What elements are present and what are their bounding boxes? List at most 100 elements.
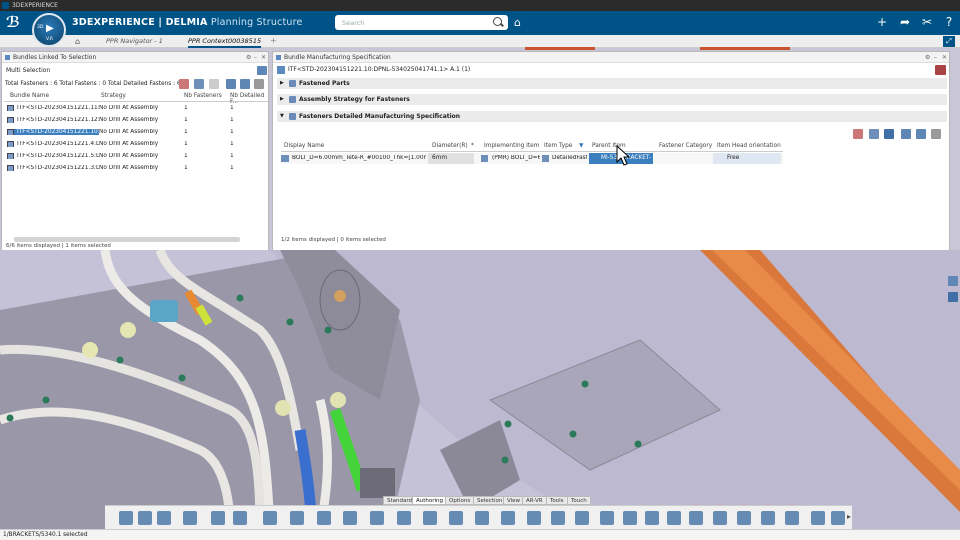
table-row[interactable]: BOLT_D=6.00mm_Tete-R_#00100_Thk=[1.00mm,… (281, 153, 783, 164)
col-nb-fasteners[interactable]: Nb Fasteners (184, 93, 222, 99)
bundle-icon[interactable] (645, 511, 659, 525)
tab-tools[interactable]: Tools (546, 496, 568, 505)
filter-remove-icon[interactable] (853, 129, 863, 139)
more-icon[interactable]: ▸ (847, 512, 851, 521)
tab-view[interactable]: View (503, 496, 525, 505)
tree-icon[interactable] (317, 511, 331, 525)
fullscreen-icon[interactable]: ⤢ (943, 36, 955, 47)
columns-icon[interactable] (240, 79, 250, 89)
swap-icon[interactable] (527, 511, 541, 525)
col-diameter[interactable]: Diameter(R) (432, 143, 468, 149)
tab-ppr-context[interactable]: PPR Context00038515 (188, 37, 262, 48)
col-display-name[interactable]: Display Name (284, 143, 324, 149)
analysis-icon[interactable] (785, 511, 799, 525)
expand-icon[interactable]: ▶ (280, 94, 284, 105)
share-icon[interactable]: ➦ (897, 15, 913, 29)
list-view-icon[interactable] (257, 66, 267, 75)
side-panel-icon[interactable] (948, 292, 958, 302)
expand-icon[interactable]: ▶ (280, 78, 284, 89)
list-icon[interactable] (713, 511, 727, 525)
col-fastener-category[interactable]: Fastener Category (659, 143, 712, 149)
col-head-orientation[interactable]: Item Head orientation (717, 143, 781, 149)
table-icon[interactable] (931, 129, 941, 139)
cell-head-orientation[interactable]: Free (713, 153, 781, 164)
filter-icon[interactable]: ▼ (579, 143, 583, 149)
collapse-icon[interactable]: ▼ (280, 111, 284, 122)
filter-icon[interactable] (226, 79, 236, 89)
columns-icon[interactable] (916, 129, 926, 139)
col-strategy[interactable]: Strategy (101, 93, 126, 99)
section-fastened-parts[interactable]: ▶ Fastened Parts (277, 78, 947, 89)
bundle-icon[interactable] (194, 79, 204, 89)
filter-icon[interactable] (901, 129, 911, 139)
search-icon[interactable] (493, 17, 502, 26)
col-bundle-name[interactable]: Bundle Name (10, 93, 49, 99)
horizontal-scrollbar[interactable] (14, 237, 240, 242)
book-icon[interactable] (233, 511, 247, 525)
table-row[interactable]: ITF<STD-202304151221.11:DP No Drill At As… (4, 103, 268, 115)
col-implementing-item[interactable]: Implementing Item (484, 143, 539, 149)
table-row[interactable]: ITF<STD-202304151221.5:DPNNo Drill At As… (4, 151, 268, 163)
tab-selection[interactable]: Selection (473, 496, 507, 505)
compass-icon[interactable]: 3D ▶ V.R (32, 13, 66, 47)
tab-ppr-navigator[interactable]: PPR Navigator - 1 (106, 37, 163, 45)
table-row[interactable]: ITF<STD-202304151221.10:DP No Drill At As… (4, 127, 268, 139)
tab-ar-vr[interactable]: AR-VR (522, 496, 547, 505)
export-icon[interactable] (209, 79, 219, 89)
table-row[interactable]: ITF<STD-202304151221.3:DPNNo Drill At As… (4, 163, 268, 175)
document-icon[interactable] (761, 511, 775, 525)
tab-options[interactable]: Options (445, 496, 475, 505)
undo-icon[interactable] (183, 511, 197, 525)
table-icon[interactable] (254, 79, 264, 89)
filter-remove-icon[interactable] (179, 79, 189, 89)
fastener-icon[interactable] (884, 129, 894, 139)
settings-icon[interactable]: ⚙ (246, 52, 251, 63)
paste-icon[interactable] (157, 511, 171, 525)
cut-icon[interactable] (119, 511, 133, 525)
cell-diameter[interactable]: 6mm (428, 153, 474, 164)
tag-icon[interactable] (397, 511, 411, 525)
group-icon[interactable] (689, 511, 703, 525)
move-icon[interactable] (575, 511, 589, 525)
fastener-icon[interactable] (449, 511, 463, 525)
measure-icon[interactable] (343, 511, 357, 525)
chart-icon[interactable] (811, 511, 825, 525)
split-icon[interactable] (600, 511, 614, 525)
section-assembly-strategy[interactable]: ▶ Assembly Strategy for Fasteners (277, 94, 947, 105)
minimize-icon[interactable]: – (934, 52, 937, 63)
settings-icon[interactable]: ⚙ (925, 52, 930, 63)
link-icon[interactable] (501, 511, 515, 525)
col-star[interactable]: * (471, 143, 474, 149)
bundle-icon[interactable] (869, 129, 879, 139)
close-icon[interactable]: ✕ (942, 52, 947, 63)
tab-touch[interactable]: Touch (567, 496, 591, 505)
section-detailed-spec[interactable]: ▼ Fasteners Detailed Manufacturing Specif… (277, 111, 947, 122)
help-icon[interactable]: ? (941, 15, 957, 29)
zoom-icon[interactable] (211, 511, 225, 525)
check-icon[interactable] (475, 511, 489, 525)
section-icon[interactable] (370, 511, 384, 525)
part-icon[interactable] (263, 511, 277, 525)
note-icon[interactable] (423, 511, 437, 525)
minimize-icon[interactable]: – (254, 52, 257, 63)
side-panel-icon[interactable] (948, 276, 958, 286)
tab-authoring[interactable]: Authoring (412, 496, 448, 505)
remove-icon[interactable] (935, 65, 946, 75)
align-icon[interactable] (551, 511, 565, 525)
close-icon[interactable]: ✕ (261, 52, 266, 63)
table-row[interactable]: ITF<STD-202304151221.12:DP No Drill At As… (4, 115, 268, 127)
search-input[interactable] (335, 15, 508, 30)
tools-icon[interactable] (737, 511, 751, 525)
add-icon[interactable]: + (874, 15, 890, 29)
table-row[interactable]: ITF<STD-202304151221.4:DPNNo Drill At As… (4, 139, 268, 151)
col-item-type[interactable]: Item Type (544, 143, 572, 149)
add-tab-icon[interactable]: + (270, 36, 277, 45)
communities-icon[interactable]: ✂ (919, 15, 935, 29)
home-icon[interactable]: ⌂ (75, 37, 80, 46)
tag-icon[interactable]: ⌂ (514, 16, 521, 29)
cube-icon[interactable] (667, 511, 681, 525)
copy-icon[interactable] (138, 511, 152, 525)
3d-viewport[interactable] (0, 250, 960, 529)
route-icon[interactable] (623, 511, 637, 525)
pencil-icon[interactable] (831, 511, 845, 525)
